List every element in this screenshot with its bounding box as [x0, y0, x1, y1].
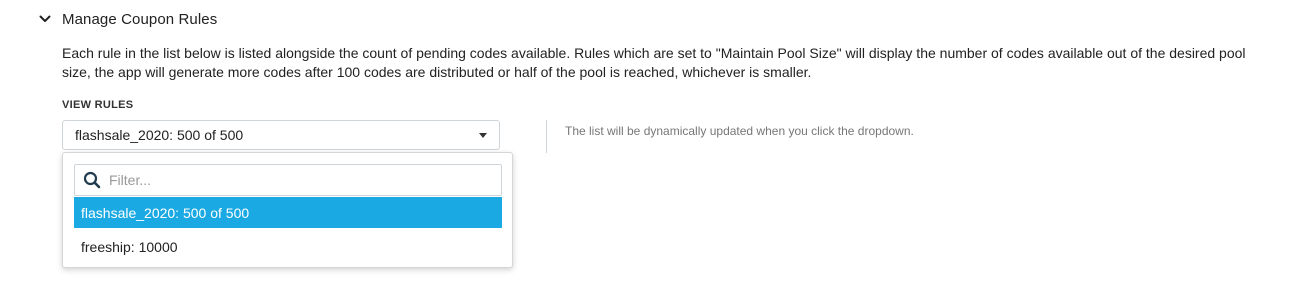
- section-description: Each rule in the list below is listed al…: [62, 45, 1246, 80]
- option-label: freeship: 10000: [81, 238, 178, 255]
- filter-input[interactable]: [109, 172, 501, 188]
- chevron-down-icon[interactable]: [38, 12, 52, 26]
- section-toggle[interactable]: Manage Coupon Rules: [38, 8, 217, 30]
- section-title: Manage Coupon Rules: [62, 10, 218, 28]
- dropdown-option[interactable]: flashsale_2020: 500 of 500: [74, 197, 502, 228]
- view-rules-label: VIEW RULES: [62, 99, 134, 111]
- dropdown-hint: The list will be dynamically updated whe…: [565, 124, 914, 138]
- dropdown-option[interactable]: freeship: 10000: [74, 231, 502, 262]
- divider: [546, 120, 547, 153]
- filter-field[interactable]: [74, 164, 502, 196]
- rules-dropdown-menu: flashsale_2020: 500 of 500 freeship: 100…: [62, 152, 513, 268]
- coupon-rules-panel: Manage Coupon Rules Each rule in the lis…: [0, 0, 1293, 287]
- rules-select[interactable]: flashsale_2020: 500 of 500: [62, 120, 500, 150]
- search-icon: [83, 171, 101, 189]
- option-label: flashsale_2020: 500 of 500: [81, 204, 250, 221]
- caret-down-icon: [479, 132, 487, 138]
- rules-select-value: flashsale_2020: 500 of 500: [75, 127, 244, 143]
